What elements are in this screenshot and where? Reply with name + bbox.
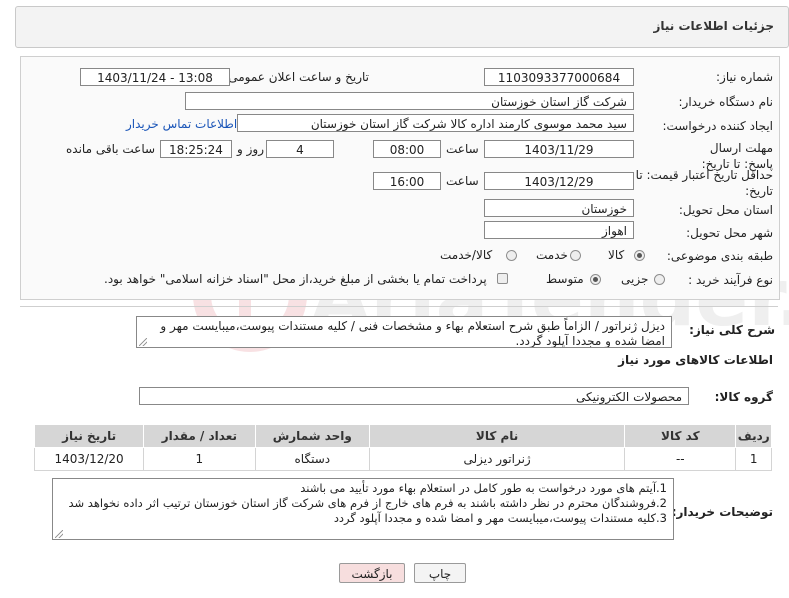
city-field: اهواز — [484, 221, 634, 239]
reply-date-field: 1403/11/29 — [484, 140, 634, 158]
process-option-medium: متوسط — [546, 272, 584, 286]
back-button[interactable]: بازگشت — [339, 563, 405, 583]
resize-handle-icon[interactable] — [55, 530, 63, 538]
price-valid-date-field: 1403/12/29 — [484, 172, 634, 190]
process-radio-minor[interactable] — [654, 274, 665, 285]
cell-quantity: 1 — [143, 447, 256, 471]
time-remaining-label: ساعت باقی مانده — [66, 142, 156, 156]
price-time-label: ساعت — [446, 174, 479, 188]
print-button[interactable]: چاپ — [414, 563, 466, 583]
creator-label: ایجاد کننده درخواست: — [662, 119, 773, 133]
time-remaining-field: 18:25:24 — [160, 140, 232, 158]
reply-time-field: 08:00 — [373, 140, 441, 158]
category-option-service: خدمت — [536, 248, 568, 262]
category-radio-goods-service[interactable] — [506, 250, 517, 261]
table-row: 1 -- ژنراتور دیزلی دستگاه 1 1403/12/20 — [33, 447, 772, 471]
treasury-payment-note: پرداخت تمام یا بخشی از مبلغ خرید،از محل … — [104, 272, 487, 286]
category-radio-service[interactable] — [570, 250, 581, 261]
category-radio-goods[interactable] — [634, 250, 645, 261]
cell-name: ژنراتور دیزلی — [369, 447, 626, 471]
province-label: استان محل تحویل: — [678, 203, 773, 217]
buyer-note-line: 2.فروشندگان محترم در نظر داشته باشند به … — [68, 496, 667, 510]
col-quantity: تعداد / مقدار — [143, 424, 256, 448]
announce-date-label: تاریخ و ساعت اعلان عمومی: — [224, 70, 369, 84]
province-field: خوزستان — [484, 199, 634, 217]
buyer-notes-label: توضیحات خریدار: — [671, 505, 773, 519]
process-option-minor: جزیی — [621, 272, 649, 286]
cell-row: 1 — [735, 447, 772, 471]
header-panel: جزئیات اطلاعات نیاز — [15, 6, 789, 48]
summary-textarea[interactable]: دیزل ژنراتور / الزاماً طبق شرح استعلام ب… — [136, 316, 672, 348]
buyer-note-line: 3.کلیه مستندات پیوست،میبایست مهر و امضا … — [333, 511, 667, 525]
creator-field: سید محمد موسوی کارمند اداره کالا شرکت گا… — [237, 114, 634, 132]
need-number-field: 1103093377000684 — [484, 68, 634, 86]
col-name: نام کالا — [369, 424, 626, 448]
process-type-label: نوع فرآیند خرید : — [688, 273, 773, 287]
col-row: ردیف — [735, 424, 772, 448]
buyer-contact-link[interactable]: اطلاعات تماس خریدار — [126, 117, 237, 131]
price-valid-label: حداقل تاریخ اعتبار قیمت: تا تاریخ: — [635, 168, 773, 198]
col-unit: واحد شمارش — [254, 424, 371, 448]
cell-unit: دستگاه — [254, 447, 371, 471]
goods-group-field: محصولات الکترونیکی — [139, 387, 689, 405]
summary-label: شرح کلی نیاز: — [689, 323, 775, 337]
buyer-org-label: نام دستگاه خریدار: — [678, 95, 774, 109]
city-label: شهر محل تحویل: — [686, 226, 773, 240]
need-number-label: شماره نیاز: — [716, 70, 773, 84]
reply-time-label: ساعت — [446, 142, 479, 156]
section-divider — [20, 306, 778, 307]
table-header-row: ردیف کد کالا نام کالا واحد شمارش تعداد /… — [33, 424, 772, 448]
resize-handle-icon[interactable] — [139, 338, 147, 346]
goods-section-title: اطلاعات کالاهای مورد نیاز — [618, 353, 773, 367]
days-remaining-field: 4 — [266, 140, 334, 158]
page-title: جزئیات اطلاعات نیاز — [653, 19, 774, 33]
category-option-goods-service: کالا/خدمت — [440, 248, 493, 262]
process-radio-medium[interactable] — [590, 274, 601, 285]
cell-need-date: 1403/12/20 — [33, 447, 145, 471]
buyer-org-field: شرکت گاز استان خوزستان — [185, 92, 634, 110]
cell-code: -- — [624, 447, 737, 471]
buyer-note-line: 1.آیتم های مورد درخواست به طور کامل در ا… — [300, 481, 667, 495]
treasury-payment-checkbox[interactable] — [497, 273, 508, 284]
goods-table: ردیف کد کالا نام کالا واحد شمارش تعداد /… — [33, 424, 772, 471]
price-valid-time-field: 16:00 — [373, 172, 441, 190]
col-need-date: تاریخ نیاز — [33, 424, 145, 448]
col-code: کد کالا — [624, 424, 737, 448]
category-label: طبقه بندی موضوعی: — [666, 249, 773, 263]
announce-date-field: 1403/11/24 - 13:08 — [80, 68, 230, 86]
category-option-goods: کالا — [608, 248, 625, 262]
buyer-notes-textarea[interactable]: 1.آیتم های مورد درخواست به طور کامل در ا… — [52, 478, 674, 540]
goods-group-label: گروه کالا: — [714, 390, 773, 404]
days-label: روز و — [237, 142, 264, 156]
